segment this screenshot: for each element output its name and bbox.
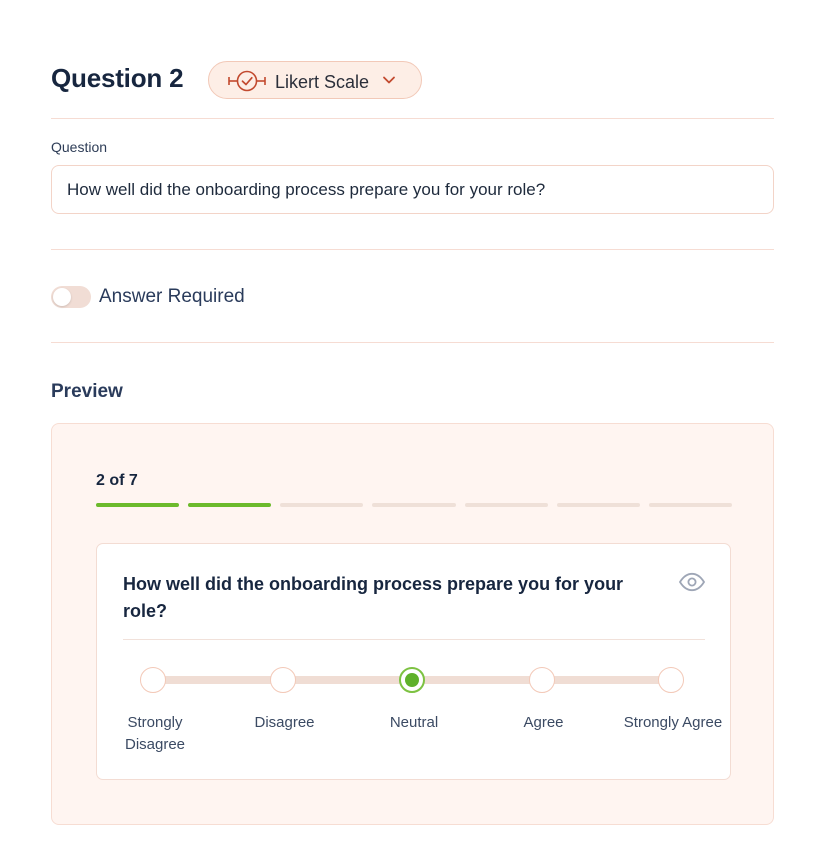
- progress-segment: [556, 503, 640, 507]
- progress-segment: [280, 503, 364, 507]
- likert-option-label: Strongly Disagree: [124, 714, 186, 753]
- likert-option-label: Strongly Agree: [623, 714, 723, 731]
- divider: [51, 249, 774, 250]
- likert-option[interactable]: [528, 667, 555, 693]
- question-editor: Question 2 Likert Scale Question Answer …: [0, 0, 825, 867]
- likert-option[interactable]: [140, 667, 166, 693]
- answer-required-label: Answer Required: [99, 286, 245, 307]
- likert-option[interactable]: [269, 667, 296, 693]
- progress-bar: [96, 503, 732, 507]
- likert-option-label: Agree: [523, 714, 564, 731]
- progress-segment: [188, 503, 272, 507]
- likert-scale-icon: [228, 70, 266, 92]
- likert-option[interactable]: [658, 667, 684, 693]
- progress-segment: [464, 503, 548, 507]
- eye-icon[interactable]: [678, 572, 706, 592]
- toggle-knob: [53, 288, 71, 306]
- card-divider: [123, 639, 705, 640]
- question-type-label: Likert Scale: [275, 72, 370, 92]
- preview-title: Preview: [51, 381, 123, 402]
- preview-question-text: How well did the onboarding process prep…: [123, 574, 624, 621]
- progress-segment: [372, 503, 456, 507]
- answer-required-toggle[interactable]: [51, 286, 91, 308]
- progress-segment: [96, 503, 180, 507]
- preview-panel: 2 of 7 How well did the onboarding proce…: [51, 423, 774, 825]
- divider: [51, 342, 774, 343]
- question-field-label: Question: [51, 139, 108, 155]
- chevron-down-icon: [383, 76, 395, 84]
- divider: [51, 118, 774, 119]
- likert-option-label: Neutral: [389, 714, 439, 731]
- question-type-dropdown[interactable]: Likert Scale: [208, 61, 422, 99]
- preview-question-card: How well did the onboarding process prep…: [96, 543, 731, 780]
- step-counter: 2 of 7: [96, 472, 138, 489]
- question-title: Question 2: [51, 63, 184, 93]
- likert-option[interactable]: [399, 667, 425, 693]
- likert-option-label: Disagree: [254, 714, 315, 731]
- progress-segment: [648, 503, 732, 507]
- question-input[interactable]: [51, 165, 774, 214]
